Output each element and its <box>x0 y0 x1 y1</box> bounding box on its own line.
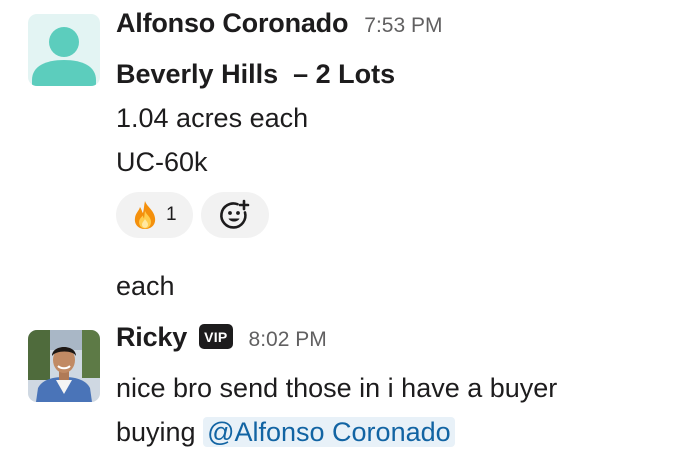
add-emoji-icon <box>219 199 249 229</box>
message-header: Ricky VIP 8:02 PM <box>116 322 668 366</box>
message-title: Beverly Hills – 2 Lots <box>116 59 396 89</box>
avatar-alfonso[interactable] <box>28 14 100 86</box>
message-line: buying @Alfonso Coronado <box>116 410 668 454</box>
reaction-count: 1 <box>166 204 177 225</box>
reaction-fire[interactable]: 1 <box>116 192 193 238</box>
message-header: Alfonso Coronado 7:53 PM <box>116 8 668 52</box>
avatar-ricky[interactable] <box>28 330 100 402</box>
timestamp[interactable]: 7:53 PM <box>364 14 442 38</box>
default-user-icon <box>32 27 96 86</box>
add-reaction-button[interactable] <box>200 192 269 238</box>
message-text: buying <box>116 417 204 447</box>
reactions-bar: 1 <box>116 192 668 238</box>
fire-icon <box>134 201 156 229</box>
sender-name[interactable]: Ricky <box>116 322 187 353</box>
timestamp[interactable]: 8:02 PM <box>249 328 327 352</box>
message-line: nice bro send those in i have a buyer <box>116 373 558 403</box>
vip-badge: VIP <box>199 324 233 349</box>
sender-name[interactable]: Alfonso Coronado <box>116 8 348 39</box>
message-line: UC-60k <box>116 147 208 177</box>
user-mention[interactable]: @Alfonso Coronado <box>203 417 455 447</box>
message-line: 1.04 acres each <box>116 103 309 133</box>
message-line: each <box>116 271 175 301</box>
user-photo-icon <box>28 330 100 402</box>
